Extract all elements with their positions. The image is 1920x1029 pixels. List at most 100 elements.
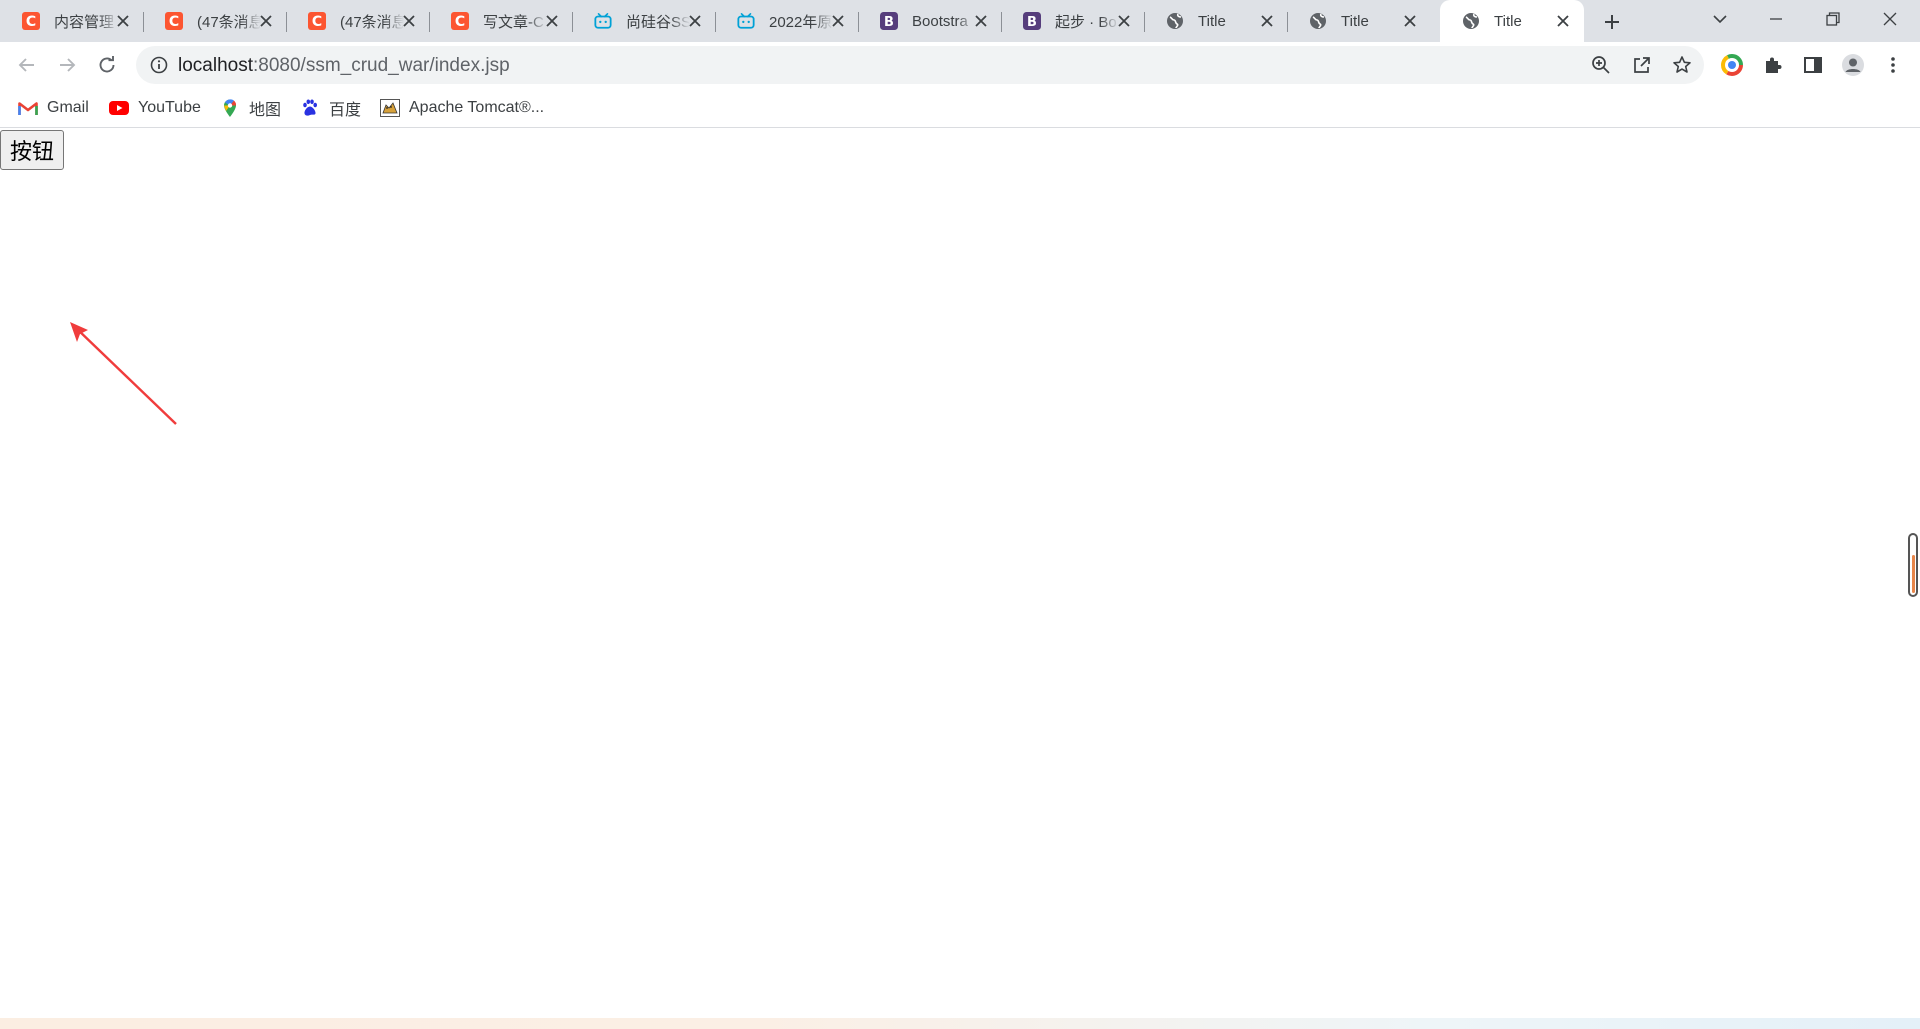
tab-11-active[interactable]: Title [1440, 0, 1584, 42]
close-icon[interactable] [257, 12, 275, 30]
annotation-arrow-icon [70, 322, 177, 425]
star-icon[interactable] [1671, 54, 1693, 76]
tab-10[interactable]: Title [1287, 0, 1431, 42]
tab-title: 内容管理 [54, 13, 115, 31]
close-icon[interactable] [400, 12, 418, 30]
back-button[interactable] [13, 51, 41, 79]
tab-1[interactable]: C 内容管理 [0, 0, 144, 42]
close-icon[interactable] [1258, 12, 1276, 30]
tab-8[interactable]: B 起步 · Bo [1001, 0, 1145, 42]
bookmarks-bar: Gmail YouTube 地图 百度 Apache Tomcat®... [0, 88, 1920, 128]
close-icon[interactable] [972, 12, 990, 30]
csdn-icon: C [451, 12, 469, 30]
tab-title: (47条消息 [340, 13, 404, 31]
globe-icon [1462, 12, 1480, 30]
close-window-button[interactable] [1862, 0, 1918, 38]
side-panel-icon[interactable] [1801, 53, 1825, 77]
tab-2[interactable]: C (47条消息 [143, 0, 287, 42]
main-button[interactable]: 按钮 [0, 130, 65, 170]
bookmark-label: 百度 [329, 102, 362, 119]
close-icon[interactable] [1401, 12, 1419, 30]
tab-title: Title [1198, 12, 1226, 30]
close-icon[interactable] [543, 12, 561, 30]
tab-title: 尚硅谷SS [626, 13, 690, 31]
tab-title: Bootstra [912, 12, 968, 30]
chevron-down-icon [1713, 15, 1727, 24]
bilibili-icon [737, 12, 755, 30]
bookmark-label: Gmail [47, 99, 89, 116]
close-icon[interactable] [829, 12, 847, 30]
tab-title: 起步 · Bo [1055, 13, 1117, 31]
tab-title: Title [1494, 12, 1522, 30]
svg-text:C: C [455, 14, 465, 30]
share-icon[interactable] [1631, 54, 1653, 76]
zoom-icon[interactable] [1590, 54, 1612, 76]
tab-3[interactable]: C (47条消息 [286, 0, 430, 42]
tab-4[interactable]: C 写文章-C [429, 0, 573, 42]
youtube-icon [109, 98, 129, 118]
restore-icon [1826, 12, 1840, 26]
kebab-menu-icon[interactable] [1881, 53, 1905, 77]
info-icon[interactable] [150, 56, 168, 74]
minimize-icon [1770, 18, 1782, 20]
tab-title: (47条消息 [197, 13, 261, 31]
restore-button[interactable] [1805, 0, 1861, 38]
profile-avatar-icon[interactable] [1841, 53, 1865, 77]
svg-text:C: C [26, 14, 36, 30]
bookmark-label: 地图 [249, 102, 282, 119]
baidu-icon [300, 98, 320, 118]
bookmark-maps[interactable]: 地图 [220, 97, 281, 119]
reload-icon [99, 56, 115, 73]
svg-text:B: B [884, 15, 894, 30]
bookmark-label: Apache Tomcat®... [409, 99, 545, 116]
minimize-button[interactable] [1748, 0, 1804, 38]
maps-icon [220, 98, 240, 118]
svg-text:C: C [169, 14, 179, 30]
tab-5[interactable]: 尚硅谷SS [572, 0, 716, 42]
url-path: :8080/ssm_crud_war/index.jsp [253, 55, 510, 76]
toolbar: localhost:8080/ssm_crud_war/index.jsp [0, 42, 1920, 88]
page-content: 按钮 [0, 128, 1920, 1018]
tab-title: 2022年原 [769, 13, 833, 31]
tab-9[interactable]: Title [1144, 0, 1288, 42]
bookmark-baidu[interactable]: 百度 [300, 97, 361, 119]
csdn-icon: C [308, 12, 326, 30]
tab-7[interactable]: B Bootstra [858, 0, 1002, 42]
csdn-icon: C [165, 12, 183, 30]
address-bar[interactable]: localhost:8080/ssm_crud_war/index.jsp [136, 46, 1704, 84]
close-icon [1883, 12, 1897, 26]
csdn-icon: C [22, 12, 40, 30]
tab-6[interactable]: 2022年原 [715, 0, 859, 42]
bootstrap-icon: B [880, 12, 898, 30]
tab-strip: C 内容管理 C (47条消息 C (47条消息 C 写文章-C 尚硅谷SS 2… [0, 0, 1920, 42]
arrow-right-icon [60, 58, 76, 72]
bookmark-youtube[interactable]: YouTube [109, 97, 201, 119]
bookmark-tomcat[interactable]: Apache Tomcat®... [380, 97, 544, 119]
bilibili-icon [594, 12, 612, 30]
close-icon[interactable] [114, 12, 132, 30]
url-text[interactable]: localhost:8080/ssm_crud_war/index.jsp [178, 55, 510, 77]
reload-button[interactable] [93, 51, 121, 79]
tab-title: 写文章-C [483, 13, 544, 31]
bootstrap-icon: B [1023, 12, 1041, 30]
arrow-left-icon [18, 58, 34, 72]
close-icon[interactable] [1115, 12, 1133, 30]
svg-text:B: B [1027, 15, 1037, 30]
tab-title: Title [1341, 12, 1369, 30]
scroll-indicator-fill [1912, 555, 1915, 593]
tab-search-button[interactable] [1692, 0, 1748, 38]
close-icon[interactable] [686, 12, 704, 30]
close-icon[interactable] [1554, 12, 1572, 30]
bookmark-gmail[interactable]: Gmail [18, 97, 89, 119]
new-tab-button[interactable] [1598, 8, 1626, 36]
bookmark-label: YouTube [138, 99, 201, 116]
plus-icon [1605, 15, 1619, 29]
globe-icon [1166, 12, 1184, 30]
forward-button[interactable] [53, 51, 81, 79]
svg-text:C: C [312, 14, 322, 30]
globe-icon [1309, 12, 1327, 30]
puzzle-icon[interactable] [1761, 53, 1785, 77]
taskbar-edge [0, 1018, 1920, 1029]
scroll-indicator[interactable] [1908, 533, 1918, 597]
chrome-extension-color-icon[interactable] [1720, 53, 1744, 77]
